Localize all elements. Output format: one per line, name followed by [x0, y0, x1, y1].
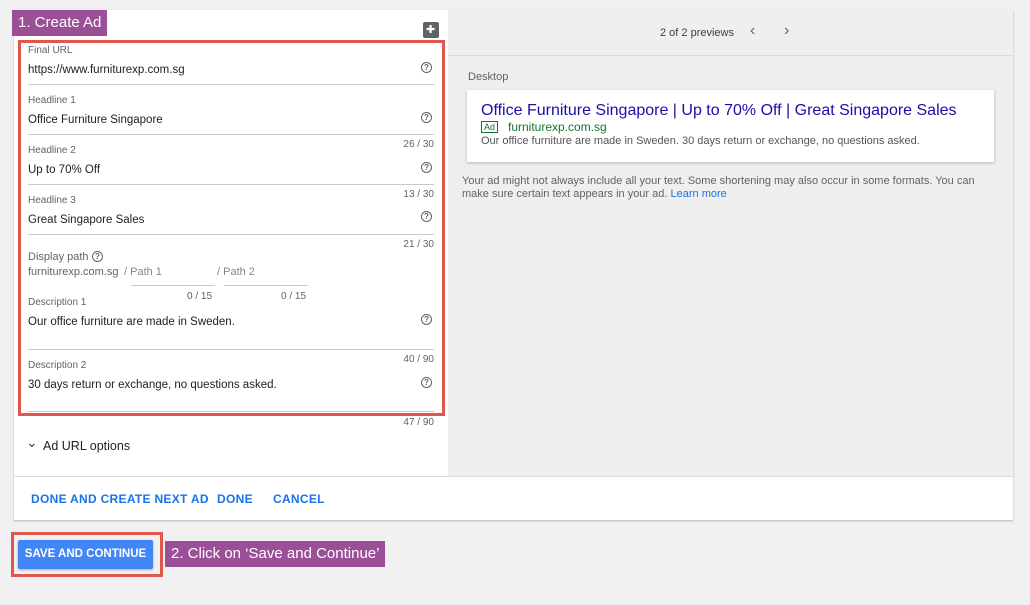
description2-counter: 47 / 90 — [403, 417, 434, 428]
ad-preview-headline: Office Furniture Singapore | Up to 70% O… — [481, 102, 957, 119]
step1-annotation: 1. Create Ad — [12, 10, 108, 36]
done-button[interactable]: DONE — [217, 492, 253, 506]
chevron-down-icon[interactable]: ⌄ — [26, 434, 38, 451]
preview-disclaimer: Your ad might not always include all you… — [462, 175, 992, 201]
pin-icon[interactable] — [423, 22, 439, 38]
done-and-create-next-ad-button[interactable]: DONE AND CREATE NEXT AD — [31, 492, 209, 506]
preview-counter: 2 of 2 previews — [660, 27, 734, 39]
learn-more-link[interactable]: Learn more — [671, 188, 727, 200]
chevron-right-icon[interactable]: › — [784, 22, 789, 40]
save-button-highlight-frame — [11, 532, 163, 577]
ad-url-options-toggle[interactable]: Ad URL options — [43, 439, 130, 453]
ad-badge: Ad — [481, 121, 499, 133]
ad-preview-description: Our office furniture are made in Sweden.… — [481, 135, 920, 147]
ad-preview-display-url: furniturexp.com.sg — [508, 120, 607, 134]
step2-annotation: 2. Click on ‘Save and Continue’ — [165, 541, 386, 567]
cancel-button[interactable]: CANCEL — [273, 492, 325, 506]
chevron-left-icon[interactable]: ‹ — [750, 22, 755, 40]
ad-preview-panel — [448, 10, 1013, 476]
preview-header-divider — [448, 55, 1013, 56]
create-ad-highlight-frame — [18, 40, 445, 416]
preview-device-label: Desktop — [468, 71, 509, 83]
